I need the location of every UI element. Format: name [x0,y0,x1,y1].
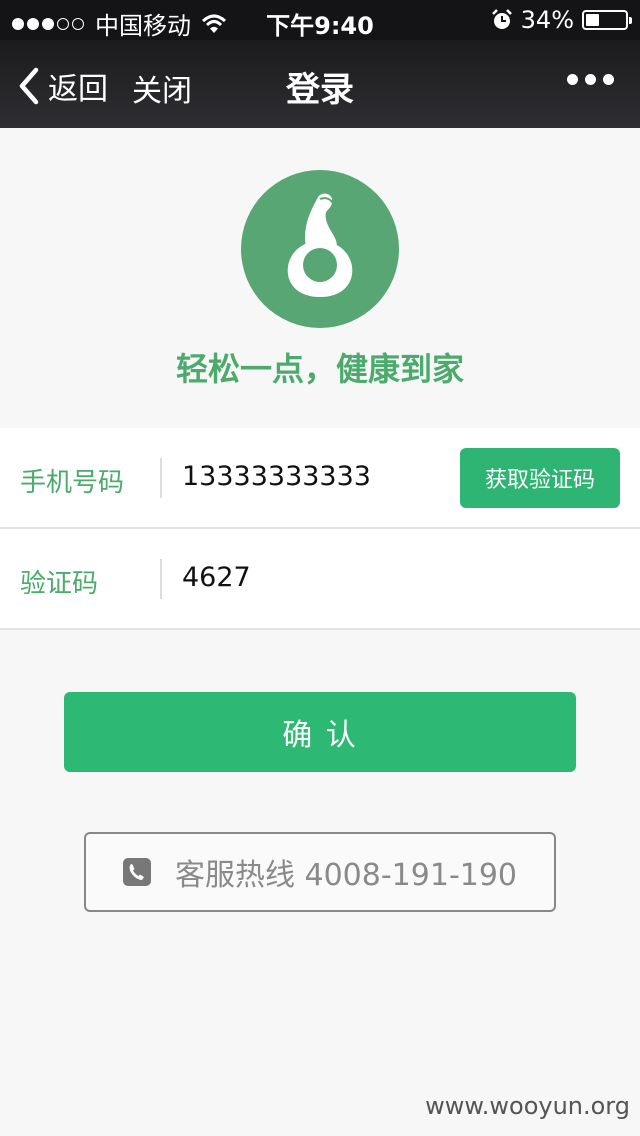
more-dot [585,74,596,85]
battery-icon [582,10,632,30]
back-chevron-icon [19,67,39,105]
phone-row: 手机号码 13333333333 获取验证码 [0,428,640,529]
status-right: 34% [491,6,632,34]
status-bar: 中国移动 下午9:40 34% [0,0,640,40]
get-code-button[interactable]: 获取验证码 [460,448,620,508]
close-button[interactable]: 关闭 [132,66,192,110]
divider [160,458,162,498]
phone-icon [122,858,151,886]
phone-label: 手机号码 [20,468,125,498]
logo-icon [241,170,399,328]
phone-input[interactable]: 13333333333 [182,461,371,492]
hotline-label: 客服热线 4008-191-190 [174,858,518,893]
login-form: 手机号码 13333333333 获取验证码 验证码 4627 [0,428,640,630]
battery-tip [629,17,632,24]
slogan: 轻松一点，健康到家 [175,350,464,388]
code-label: 验证码 [20,569,99,599]
back-button[interactable]: 返回 [16,64,108,108]
hotline-button[interactable]: 客服热线 4008-191-190 [84,832,556,912]
code-row: 验证码 4627 [0,529,640,630]
more-icon[interactable] [560,74,614,85]
divider [160,559,162,599]
code-input[interactable]: 4627 [182,562,251,593]
back-label: 返回 [48,72,108,107]
battery-percent: 34% [520,6,574,34]
alarm-icon [491,9,512,29]
battery-level [586,14,599,26]
nav-bar: 返回 关闭 登录 [0,40,640,128]
more-dot [603,74,614,85]
confirm-button[interactable]: 确 认 [64,692,576,772]
watermark: www.wooyun.org [425,1092,630,1120]
more-dot [567,74,578,85]
